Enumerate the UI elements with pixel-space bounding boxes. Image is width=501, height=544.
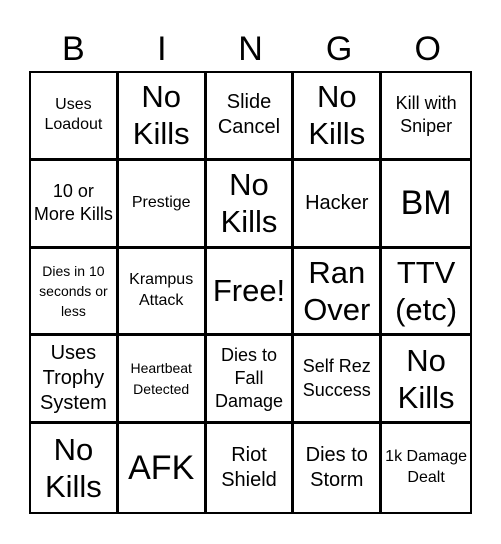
bingo-cell[interactable]: Dies in 10 seconds or less xyxy=(31,248,119,337)
bingo-cell[interactable]: Prestige xyxy=(118,160,207,249)
bingo-cell[interactable]: 1k Damage Dealt xyxy=(382,424,470,512)
bingo-cell[interactable]: No Kills xyxy=(294,73,383,161)
bingo-cell[interactable]: Ran Over xyxy=(294,248,383,337)
bingo-cell[interactable]: 10 or More Kills xyxy=(31,160,119,249)
bingo-cell[interactable]: TTV (etc) xyxy=(382,249,470,337)
bingo-cell[interactable]: No Kills xyxy=(382,336,470,425)
bingo-header: B I N G O xyxy=(29,28,472,70)
bingo-cell[interactable]: BM xyxy=(382,161,470,249)
header-letter-n: N xyxy=(238,30,263,68)
bingo-cell[interactable]: Dies to Storm xyxy=(294,424,383,512)
header-letter-i: I xyxy=(157,30,167,68)
bingo-cell[interactable]: No Kills xyxy=(31,424,119,512)
bingo-cell[interactable]: Dies to Fall Damage xyxy=(206,336,295,425)
bingo-cell[interactable]: Self Rez Success xyxy=(294,336,383,425)
header-letter-b: B xyxy=(61,30,85,68)
bingo-cell[interactable]: No Kills xyxy=(206,160,295,249)
bingo-cell[interactable]: Krampus Attack xyxy=(118,248,207,337)
bingo-cell[interactable]: AFK xyxy=(119,424,207,512)
bingo-cell[interactable]: Riot Shield xyxy=(207,424,295,512)
bingo-cell[interactable]: No Kills xyxy=(118,73,207,161)
bingo-grid: Uses Loadout No Kills Slide Cancel No Ki… xyxy=(29,71,472,514)
bingo-cell[interactable]: Hacker xyxy=(294,160,383,249)
free-space-cell[interactable]: Free! xyxy=(206,248,295,337)
bingo-cell[interactable]: Slide Cancel xyxy=(206,73,295,161)
bingo-cell[interactable]: Uses Loadout xyxy=(31,73,119,161)
bingo-cell[interactable]: Uses Trophy System xyxy=(31,336,119,425)
bingo-cell[interactable]: Heartbeat Detected xyxy=(118,336,207,425)
header-letter-o: O xyxy=(414,30,441,68)
bingo-cell[interactable]: Kill with Sniper xyxy=(382,73,470,161)
header-letter-g: G xyxy=(325,30,353,68)
